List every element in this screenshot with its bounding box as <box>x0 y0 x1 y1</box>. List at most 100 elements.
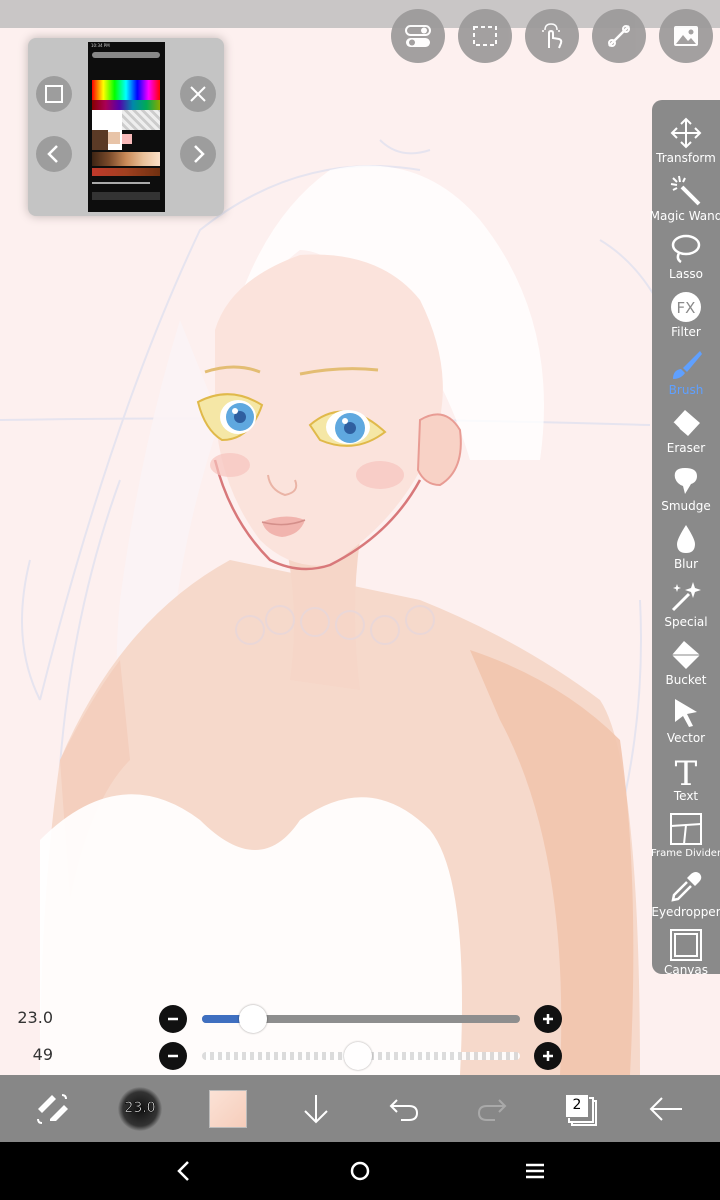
brush-size-slider-row: 23.0 <box>0 1004 620 1034</box>
vector-cursor-icon <box>675 699 697 727</box>
ruler-button[interactable] <box>592 9 646 63</box>
brush-opacity-increase-button[interactable] <box>534 1042 562 1070</box>
tool-label: Text <box>673 789 699 803</box>
plus-icon <box>543 1051 553 1061</box>
tool-label: Brush <box>668 383 704 397</box>
back-button[interactable] <box>626 1075 706 1142</box>
text-icon: T <box>675 754 698 788</box>
brush-icon <box>673 351 702 379</box>
tool-transform[interactable]: Transform <box>652 108 720 166</box>
frame-divider-icon <box>670 813 702 845</box>
tool-magic-wand[interactable]: Magic Wand <box>649 166 720 224</box>
swap-tool-icon <box>37 1093 68 1124</box>
minus-icon <box>168 1017 178 1021</box>
tool-label: Lasso <box>669 267 703 281</box>
system-nav-bar <box>0 1142 720 1200</box>
lasso-icon <box>671 234 701 264</box>
brush-size-value: 23.0 <box>17 1008 53 1027</box>
touch-gesture-icon <box>542 23 563 49</box>
brush-preview-button[interactable]: 23.0 <box>100 1075 180 1142</box>
swap-tool-button[interactable] <box>12 1075 92 1142</box>
smudge-icon <box>674 468 697 494</box>
bucket-icon <box>672 641 700 669</box>
color-swatch-icon <box>209 1089 247 1128</box>
download-arrow-icon <box>304 1094 328 1123</box>
tool-panel: Transform Magic Wand Lasso FX Filter Bru… <box>649 100 720 977</box>
tool-label: Blur <box>673 557 699 571</box>
reference-toggle-button[interactable] <box>36 76 72 112</box>
touch-gesture-button[interactable] <box>525 9 579 63</box>
selection-button[interactable] <box>458 9 512 63</box>
back-arrow-icon <box>649 1096 682 1121</box>
tool-filter[interactable]: FX Filter <box>652 282 720 340</box>
tool-text[interactable]: T Text <box>652 746 720 804</box>
nav-home-icon <box>350 1161 370 1181</box>
undo-icon <box>389 1098 419 1121</box>
brush-preview-icon: 23.0 <box>118 1086 162 1131</box>
tool-smudge[interactable]: Smudge <box>652 456 720 514</box>
color-swatch-button[interactable] <box>188 1075 268 1142</box>
bottom-toolbar: 23.0 2 <box>0 1075 720 1142</box>
image-gallery-icon <box>674 26 698 46</box>
tool-label: Magic Wand <box>649 209 720 223</box>
special-sparkle-icon <box>671 582 701 612</box>
close-icon <box>190 86 206 102</box>
blur-drop-icon <box>677 525 695 553</box>
tool-eyedropper[interactable]: Eyedropper <box>651 862 720 920</box>
tool-label: Eyedropper <box>651 905 720 919</box>
layers-icon: 2 <box>563 1092 597 1126</box>
nav-back-icon <box>177 1161 189 1181</box>
nav-home-button[interactable] <box>320 1142 400 1200</box>
brush-preview-size-label: 23.0 <box>124 1099 156 1116</box>
brush-size-decrease-button[interactable] <box>159 1005 187 1033</box>
brush-opacity-thumb[interactable] <box>343 1042 372 1070</box>
tool-label: Frame Divider <box>650 848 720 859</box>
nav-menu-icon <box>526 1163 544 1179</box>
tool-frame-divider[interactable]: Frame Divider <box>650 804 720 862</box>
nav-back-button[interactable] <box>144 1142 224 1200</box>
tool-vector[interactable]: Vector <box>652 688 720 746</box>
brush-size-increase-button[interactable] <box>534 1005 562 1033</box>
tool-bucket[interactable]: Bucket <box>652 630 720 688</box>
tool-lasso[interactable]: Lasso <box>652 224 720 282</box>
square-frame-icon <box>45 85 63 103</box>
toggle-settings-button[interactable] <box>391 9 445 63</box>
toggle-settings-icon <box>405 25 431 47</box>
redo-button[interactable] <box>452 1075 532 1142</box>
reference-close-button[interactable] <box>180 76 216 112</box>
brush-opacity-decrease-button[interactable] <box>159 1042 187 1070</box>
redo-icon <box>477 1098 507 1121</box>
brush-opacity-slider-row: 49 <box>0 1041 620 1071</box>
reference-next-button[interactable] <box>180 136 216 172</box>
brush-opacity-track[interactable] <box>202 1042 520 1070</box>
layer-count: 2 <box>572 1096 582 1113</box>
brush-size-track[interactable] <box>202 1005 520 1033</box>
nav-menu-button[interactable] <box>495 1142 575 1200</box>
reference-prev-button[interactable] <box>36 136 72 172</box>
tool-label: Vector <box>666 731 706 745</box>
image-gallery-button[interactable] <box>659 9 713 63</box>
undo-button[interactable] <box>364 1075 444 1142</box>
brush-size-thumb[interactable] <box>238 1005 267 1033</box>
minus-icon <box>168 1054 178 1058</box>
layers-button[interactable]: 2 <box>540 1075 620 1142</box>
reference-window[interactable]: 10:34 PM <box>28 38 224 216</box>
eyedropper-icon <box>671 872 702 902</box>
tool-eraser[interactable]: Eraser <box>652 398 720 456</box>
magic-wand-icon <box>670 175 701 206</box>
tool-special[interactable]: Special <box>652 572 720 630</box>
tool-label: Eraser <box>666 441 706 455</box>
chevron-right-icon <box>194 145 205 163</box>
tool-blur[interactable]: Blur <box>652 514 720 572</box>
canvas-icon <box>670 929 702 961</box>
brush-opacity-value: 49 <box>32 1045 53 1064</box>
svg-text:T: T <box>675 754 698 788</box>
download-button[interactable] <box>276 1075 356 1142</box>
fx-filter-icon: FX <box>671 292 701 322</box>
svg-text:FX: FX <box>677 299 696 317</box>
drawing-canvas[interactable]: 10:34 PM Transform Magic Wand Lasso FX F… <box>0 0 720 1075</box>
selection-icon <box>473 26 497 46</box>
tool-brush[interactable]: Brush <box>652 340 720 398</box>
tool-label: Canvas <box>663 963 709 977</box>
tool-canvas[interactable]: Canvas <box>652 920 720 978</box>
